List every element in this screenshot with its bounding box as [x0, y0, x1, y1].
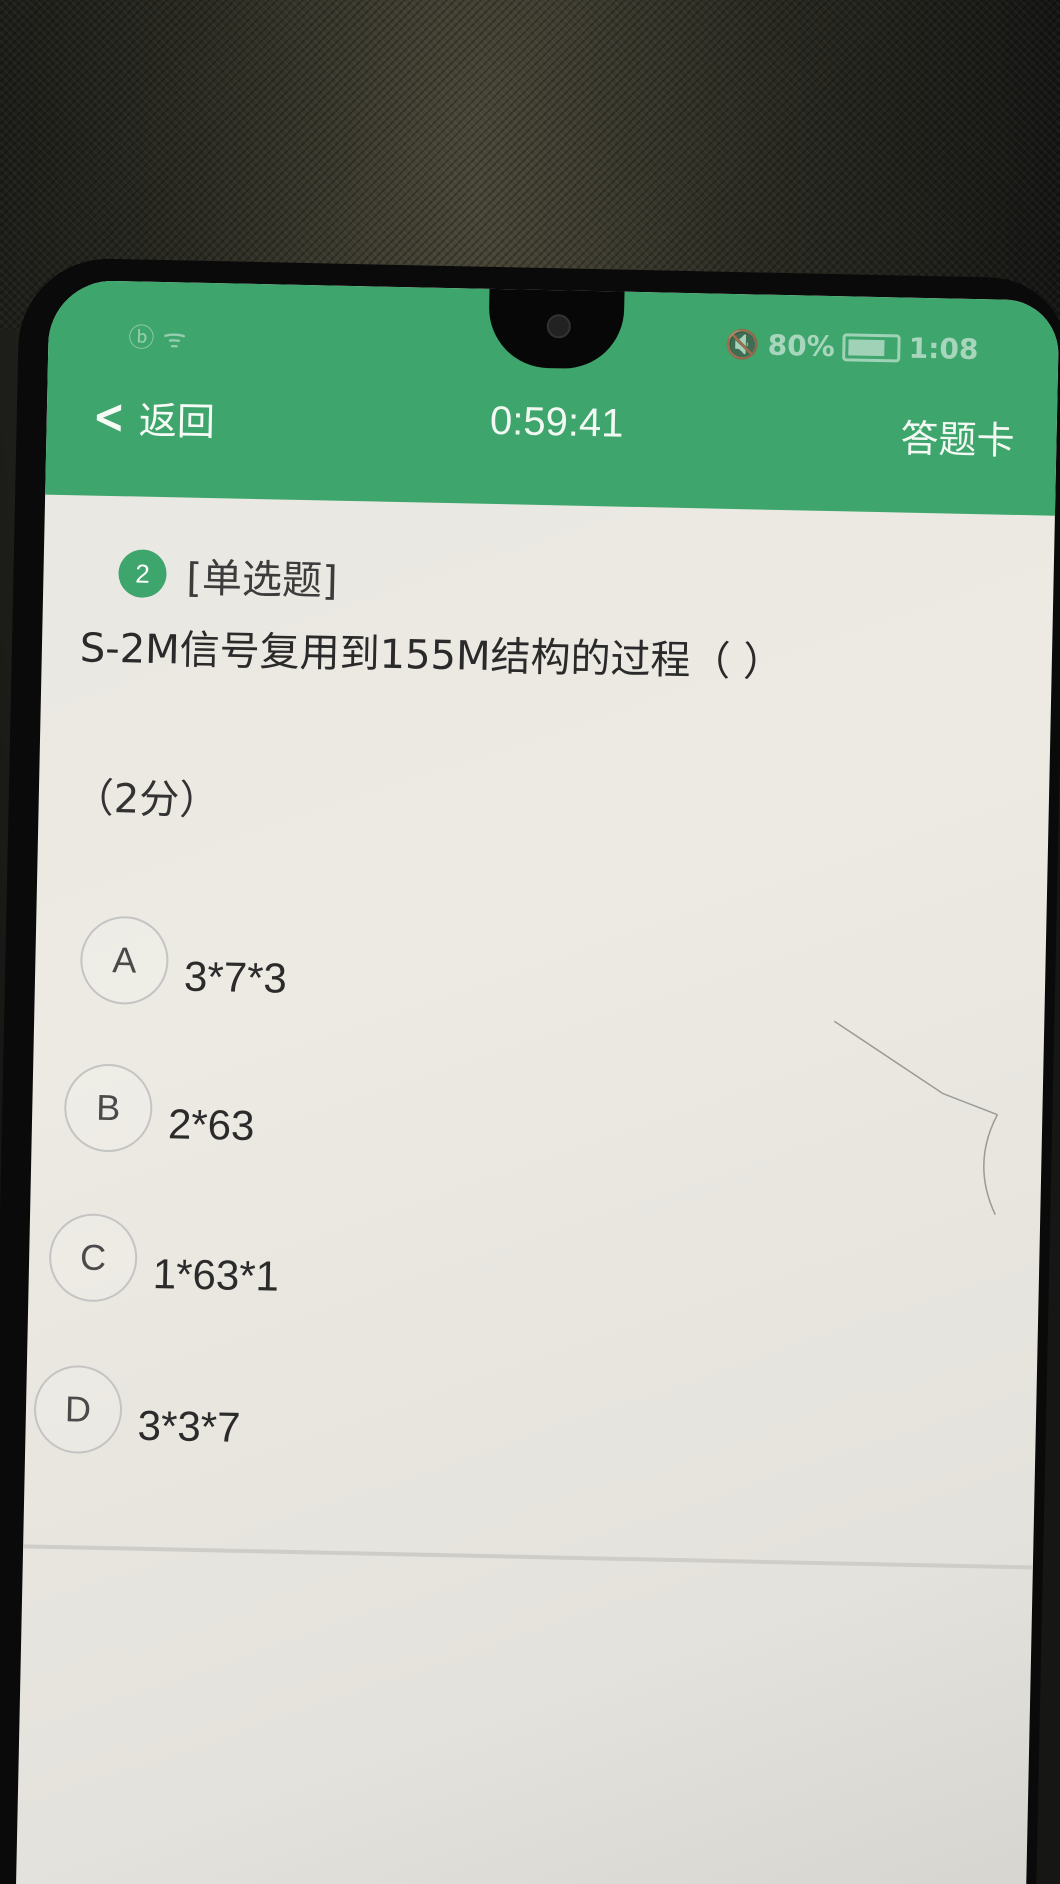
phone-screen: ⓑ ᯤ 🔇 80% 1:08 < 返回 0:59:41 答题卡 2 [单选题] …: [15, 279, 1060, 1884]
clock: 1:08: [908, 331, 979, 367]
mute-icon: 🔇: [724, 327, 761, 362]
photo-scene: ⓑ ᯤ 🔇 80% 1:08 < 返回 0:59:41 答题卡 2 [单选题] …: [0, 0, 1060, 1884]
back-label: 返回: [138, 398, 216, 445]
status-left: ⓑ ᯤ: [128, 317, 187, 355]
section-divider: [23, 1544, 1033, 1570]
battery-percent: 80%: [767, 328, 836, 364]
option-d-circle[interactable]: D: [33, 1364, 123, 1455]
option-c-text: 1*63*1: [152, 1250, 280, 1300]
option-b[interactable]: B 2*63: [63, 1063, 255, 1155]
question-score: （2分）: [73, 775, 220, 825]
battery-icon: [842, 332, 902, 362]
question-type: [单选题]: [185, 555, 339, 605]
answer-card-button[interactable]: 答题卡: [900, 407, 1015, 464]
camera-notch: [487, 286, 625, 370]
question-text: S-2M信号复用到155M结构的过程（ ）: [79, 625, 784, 687]
app-header: ⓑ ᯤ 🔇 80% 1:08 < 返回 0:59:41 答题卡: [45, 279, 1060, 516]
option-a[interactable]: A 3*7*3: [79, 915, 288, 1007]
option-b-text: 2*63: [167, 1100, 255, 1150]
back-button[interactable]: < 返回: [88, 388, 215, 446]
camera-icon: [546, 314, 572, 339]
option-b-circle[interactable]: B: [63, 1063, 154, 1153]
countdown-timer: 0:59:41: [489, 398, 624, 446]
option-c-circle[interactable]: C: [48, 1212, 139, 1303]
question-header: 2 [单选题]: [118, 544, 338, 607]
status-icons: ⓑ ᯤ: [128, 323, 187, 355]
option-a-circle[interactable]: A: [79, 915, 170, 1006]
option-d-text: 3*3*7: [137, 1401, 241, 1451]
question-number-badge: 2: [118, 549, 168, 599]
status-right: 🔇 80% 1:08: [725, 328, 979, 366]
question-content: 2 [单选题] S-2M信号复用到155M结构的过程（ ） （2分） A 3*7…: [16, 495, 1055, 1884]
screen-crack: [833, 1020, 999, 1215]
option-a-text: 3*7*3: [183, 952, 288, 1002]
phone-frame: ⓑ ᯤ 🔇 80% 1:08 < 返回 0:59:41 答题卡 2 [单选题] …: [0, 257, 1060, 1884]
option-d[interactable]: D 3*3*7: [33, 1364, 242, 1457]
option-c[interactable]: C 1*63*1: [48, 1212, 280, 1306]
chevron-left-icon: <: [92, 388, 126, 445]
